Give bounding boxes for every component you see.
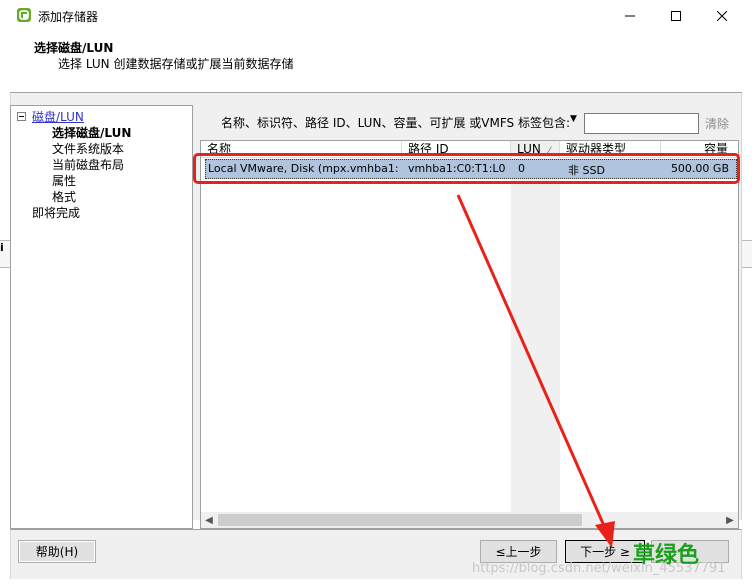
maximize-button[interactable] [653, 0, 699, 31]
nav-step-disk-layout[interactable]: 当前磁盘布局 [52, 156, 124, 173]
minimize-icon [625, 15, 635, 16]
minimize-button[interactable] [607, 0, 653, 31]
window-title: 添加存储器 [38, 10, 99, 24]
nav-step-format[interactable]: 格式 [52, 188, 76, 205]
background-window-edge [742, 240, 752, 268]
column-header-lun[interactable]: LUN ⁄ [511, 141, 560, 158]
back-button[interactable]: ≤上一步 [480, 540, 557, 563]
maximize-icon [671, 10, 681, 21]
filter-label: 名称、标识符、路径 ID、LUN、容量、可扩展 或VMFS 标签包含: [221, 116, 570, 130]
lun-table: 名称 路径 ID LUN ⁄ 驱动器类型 容量 Local VMware, Di… [200, 140, 739, 529]
scroll-right-icon[interactable]: ▶ [722, 512, 738, 528]
nav-step-ready-to-complete[interactable]: 即将完成 [32, 204, 80, 221]
nav-step-properties[interactable]: 属性 [52, 172, 76, 189]
nav-step-disk-lun[interactable]: 磁盘/LUN [32, 108, 84, 125]
nav-step-fs-version[interactable]: 文件系统版本 [52, 140, 124, 157]
clear-filter-button[interactable]: 清除 [705, 115, 729, 132]
help-button[interactable]: 帮助(H) [18, 540, 96, 563]
scrollbar-thumb[interactable] [218, 514, 582, 526]
table-row[interactable]: Local VMware, Disk (mpx.vmhba1:C... vmhb… [205, 159, 737, 179]
sorted-column-highlight [511, 158, 560, 513]
filter-dropdown-icon[interactable]: ▼ [570, 114, 577, 124]
cell-capacity: 500.00 GB [670, 162, 729, 175]
nav-step-select-disk[interactable]: 选择磁盘/LUN [52, 124, 131, 141]
wizard-steps-tree: 磁盘/LUN 选择磁盘/LUN 文件系统版本 当前磁盘布局 属性 格式 即将完成 [10, 105, 193, 529]
close-button[interactable] [699, 0, 745, 31]
cell-name: Local VMware, Disk (mpx.vmhba1:C... [208, 162, 398, 175]
background-window-fragment: i [0, 240, 10, 268]
vsphere-storage-icon [16, 7, 32, 23]
sort-ascending-icon: ⁄ [548, 146, 551, 156]
watermark: https://blog.csdn.net/weixin_45537791 [472, 561, 726, 576]
cell-path-id: vmhba1:C0:T1:L0 [408, 162, 506, 175]
close-icon [717, 10, 727, 21]
column-header-drive-type[interactable]: 驱动器类型 [560, 141, 661, 158]
next-button[interactable]: 下一步 ≥ [565, 540, 645, 563]
table-header: 名称 路径 ID LUN ⁄ 驱动器类型 容量 [201, 141, 738, 158]
tree-collapse-icon[interactable] [17, 112, 26, 121]
horizontal-scrollbar[interactable]: ◀ ▶ [201, 512, 738, 528]
column-header-path-id[interactable]: 路径 ID [402, 141, 511, 158]
page-title: 选择磁盘/LUN [34, 41, 114, 55]
wizard-header: 选择磁盘/LUN 选择 LUN 创建数据存储或扩展当前数据存储 [10, 31, 742, 93]
column-header-lun-label: LUN [517, 142, 541, 156]
cancel-button[interactable] [651, 540, 729, 563]
page-subtitle: 选择 LUN 创建数据存储或扩展当前数据存储 [58, 57, 294, 71]
column-header-name[interactable]: 名称 [201, 141, 402, 158]
scroll-left-icon[interactable]: ◀ [201, 512, 217, 528]
title-bar: 添加存储器 [0, 0, 752, 31]
cell-lun: 0 [518, 162, 525, 175]
cell-drive-type: 非 SSD [568, 164, 605, 177]
filter-input[interactable] [584, 113, 699, 134]
column-header-capacity[interactable]: 容量 [661, 141, 738, 158]
